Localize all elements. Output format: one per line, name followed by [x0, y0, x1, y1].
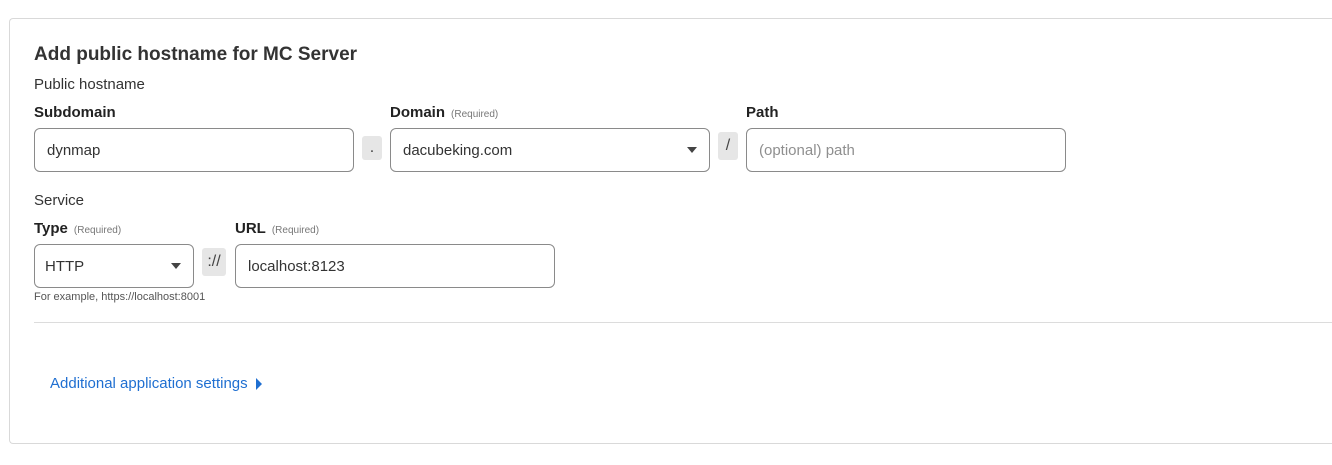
additional-settings-link-text: Additional application settings [50, 375, 248, 392]
domain-select[interactable]: dacubeking.com [390, 128, 710, 172]
subdomain-value: dynmap [47, 141, 101, 159]
url-label: URL (Required) [235, 220, 319, 237]
service-label: Service [34, 192, 85, 209]
subdomain-label-text: Subdomain [34, 104, 116, 121]
slash-separator: / [718, 132, 738, 160]
url-required-label: (Required) [271, 225, 320, 236]
section-divider [34, 322, 1332, 323]
type-label-text: Type [34, 220, 68, 237]
url-label-text: URL [235, 220, 266, 237]
domain-label-text: Domain [390, 104, 446, 121]
subdomain-input[interactable]: dynmap [34, 128, 354, 172]
path-placeholder: (optional) path [759, 141, 855, 159]
type-helper-text: For example, https://localhost:8001 [34, 291, 206, 303]
caret-down-icon [687, 147, 697, 153]
scheme-separator: :// [202, 248, 226, 276]
type-required-label: (Required) [73, 225, 122, 236]
type-label: Type (Required) [34, 220, 121, 237]
form-title: Add public hostname for MC Server [34, 44, 358, 65]
url-input[interactable]: localhost:8123 [235, 244, 555, 288]
type-value: HTTP [45, 257, 85, 275]
public-hostname-label: Public hostname [34, 76, 145, 93]
caret-right-icon [255, 377, 262, 390]
subdomain-label: Subdomain [34, 104, 116, 121]
domain-value: dacubeking.com [403, 141, 513, 159]
url-value: localhost:8123 [248, 257, 345, 275]
dot-separator: . [362, 136, 382, 160]
path-label: Path [746, 104, 779, 121]
path-label-text: Path [746, 104, 779, 121]
path-input[interactable]: (optional) path [746, 128, 1066, 172]
additional-settings-link[interactable]: Additional application settings [50, 375, 262, 392]
type-select[interactable]: HTTP [34, 244, 194, 288]
domain-required-label: (Required) [451, 109, 499, 120]
domain-label: Domain (Required) [390, 104, 498, 121]
caret-down-icon [171, 263, 181, 269]
